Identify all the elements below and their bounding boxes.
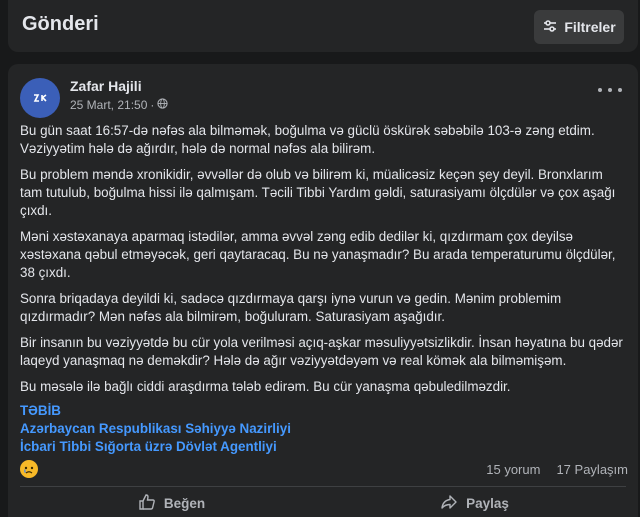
- post-paragraph: Sonra briqadaya deyildi ki, sadəcə qızdı…: [20, 291, 562, 324]
- like-label: Beğen: [163, 495, 206, 511]
- post-stats: 15 yorum 17 Paylaşım: [20, 460, 628, 480]
- post-paragraph: Məni xəstəxanaya aparmaq istədilər, amma…: [20, 229, 616, 280]
- filters-label: Filtreler: [564, 19, 616, 35]
- meta-separator: ·: [150, 98, 155, 112]
- comments-count[interactable]: 15 yorum: [486, 462, 540, 477]
- shares-count[interactable]: 17 Paylaşım: [556, 462, 628, 477]
- post-timestamp[interactable]: 25 Mart, 21:50: [70, 98, 147, 112]
- post-actions: Beğen Paylaş: [20, 488, 626, 517]
- share-button[interactable]: Paylaş: [323, 488, 626, 517]
- post-card: Zafar Hajili 25 Mart, 21:50 · Bu gün saa…: [8, 64, 638, 517]
- post-body: Bu gün saat 16:57-də nəfəs ala bilməmək,…: [20, 122, 628, 404]
- post-paragraph: Bu məsələ ilə bağlı ciddi araşdırma tələ…: [20, 379, 511, 394]
- tag-link[interactable]: İcbari Tibbi Sığorta üzrə Dövlət Agentli…: [20, 438, 628, 456]
- divider: [20, 486, 626, 487]
- more-options-icon[interactable]: [598, 84, 622, 96]
- page-title: Gönderi: [22, 13, 99, 35]
- header-bar: Gönderi Filtreler: [8, 0, 638, 52]
- post-meta: 25 Mart, 21:50 ·: [70, 98, 169, 112]
- avatar[interactable]: [20, 78, 60, 118]
- like-button[interactable]: Beğen: [20, 488, 323, 517]
- post-paragraph: Bir insanın bu vəziyyətdə bu cür yola ve…: [20, 335, 623, 368]
- post-author[interactable]: Zafar Hajili: [70, 78, 142, 94]
- avatar-logo-icon: [33, 94, 47, 102]
- sad-face-icon[interactable]: [20, 460, 38, 478]
- post-tags: TƏBİB Azərbaycan Respublikası Səhiyyə Na…: [20, 402, 628, 456]
- post-paragraph: Bu problem məndə xronikidir, əvvəllər də…: [20, 167, 616, 218]
- filter-sliders-icon: [542, 18, 558, 37]
- filters-button[interactable]: Filtreler: [534, 10, 624, 44]
- share-label: Paylaş: [466, 495, 509, 511]
- thumbs-up-icon: [138, 493, 156, 514]
- share-arrow-icon: [440, 493, 458, 514]
- globe-icon: [157, 98, 169, 112]
- tag-link[interactable]: Azərbaycan Respublikası Səhiyyə Nazirliy…: [20, 420, 628, 438]
- tag-link[interactable]: TƏBİB: [20, 402, 628, 420]
- post-paragraph: Bu gün saat 16:57-də nəfəs ala bilməmək,…: [20, 123, 595, 156]
